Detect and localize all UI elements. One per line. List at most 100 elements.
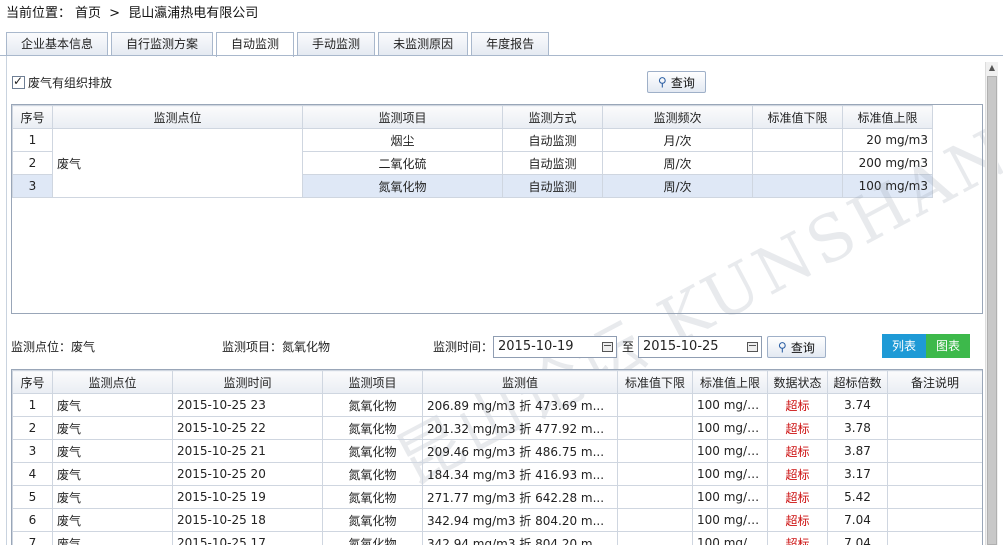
row-item: 氮氧化物: [302, 174, 503, 198]
row-upper-limit: 100 mg/m3: [692, 531, 768, 545]
date-from-value: 2015-10-19: [498, 339, 574, 354]
grid2-header-item[interactable]: 监测项目: [322, 370, 423, 394]
calendar-icon[interactable]: [747, 342, 758, 352]
row-item: 氮氧化物: [322, 439, 423, 463]
row-point: 废气: [52, 531, 173, 545]
row-status: 超标: [767, 462, 828, 486]
row-lower-limit: [617, 416, 693, 440]
monitoring-plan-table: 序号 监测点位 监测项目 监测方式 监测频次 标准值下限 标准值上限 1 废气 …: [12, 105, 933, 198]
row-upper-limit: 100 mg/m3: [692, 393, 768, 417]
grid1-header-item[interactable]: 监测项目: [302, 105, 503, 129]
row-value: 342.94 mg/m3 折 804.20 m...: [422, 531, 618, 545]
grid2-header-no[interactable]: 序号: [12, 370, 53, 394]
row-value: 209.46 mg/m3 折 486.75 m...: [422, 439, 618, 463]
row-item: 氮氧化物: [322, 462, 423, 486]
row-upper-limit: 100 mg/m3: [692, 462, 768, 486]
date-range-separator: 至: [622, 340, 635, 354]
row-times-over: 3.17: [827, 462, 888, 486]
scrollbar-thumb[interactable]: [987, 76, 997, 545]
grid1-header-upper-limit[interactable]: 标准值上限: [842, 105, 933, 129]
row-times-over: 3.78: [827, 416, 888, 440]
filter-item-value: 氮氧化物: [282, 340, 331, 354]
row-item: 氮氧化物: [322, 531, 423, 545]
row-note: [887, 439, 982, 463]
table-row[interactable]: 1 废气 烟尘 自动监测 月/次 20 mg/m3: [12, 128, 933, 198]
tab-bar: 企业基本信息 自行监测方案 自动监测 手动监测 未监测原因 年度报告: [6, 32, 552, 57]
grid1-header-lower-limit[interactable]: 标准值下限: [752, 105, 843, 129]
grid2-header-status[interactable]: 数据状态: [767, 370, 828, 394]
row-point: 废气: [52, 416, 173, 440]
row-value: 342.94 mg/m3 折 804.20 m...: [422, 508, 618, 532]
grid2-header-lower-limit[interactable]: 标准值下限: [617, 370, 693, 394]
row-lower-limit: [617, 439, 693, 463]
scroll-up-arrow-icon[interactable]: ▲: [987, 63, 997, 73]
row-item: 氮氧化物: [322, 508, 423, 532]
exhaust-checkbox[interactable]: [12, 74, 25, 89]
row-upper-limit: 100 mg/m3: [692, 508, 768, 532]
table-row[interactable]: 7 废气 2015-10-25 17 氮氧化物 342.94 mg/m3 折 804.2…: [12, 531, 982, 545]
tab-manual-monitoring[interactable]: 手动监测: [297, 32, 376, 56]
row-value: 184.34 mg/m3 折 416.93 m...: [422, 462, 618, 486]
row-times-over: 7.04: [827, 531, 888, 545]
row-time: 2015-10-25 23: [172, 393, 323, 417]
row-status: 超标: [767, 531, 828, 545]
table-row[interactable]: 3 废气 2015-10-25 21 氮氧化物 209.46 mg/m3 折 486.7…: [12, 439, 982, 463]
row-no: 2: [12, 151, 53, 175]
grid2-header-upper-limit[interactable]: 标准值上限: [692, 370, 768, 394]
grid1-header-frequency[interactable]: 监测频次: [602, 105, 753, 129]
grid2-header-value[interactable]: 监测值: [422, 370, 618, 394]
row-note: [887, 531, 982, 545]
grid2-header-times-over[interactable]: 超标倍数: [827, 370, 888, 394]
grid1-header-point[interactable]: 监测点位: [52, 105, 303, 129]
grid2-header-point[interactable]: 监测点位: [52, 370, 173, 394]
row-no: 6: [12, 508, 53, 532]
table-row[interactable]: 2 废气 2015-10-25 22 氮氧化物 201.32 mg/m3 折 477.9…: [12, 416, 982, 440]
query-button-label: 查询: [790, 340, 815, 355]
query-button-top[interactable]: ⚲ 查询: [647, 71, 706, 93]
grid1-header-no[interactable]: 序号: [12, 105, 53, 129]
tab-annual-report[interactable]: 年度报告: [471, 32, 550, 56]
date-to-input[interactable]: 2015-10-25: [638, 336, 762, 358]
table-row[interactable]: 4 废气 2015-10-25 20 氮氧化物 184.34 mg/m3 折 416.9…: [12, 462, 982, 486]
filter-point-label: 监测点位：: [11, 340, 72, 354]
row-no: 2: [12, 416, 53, 440]
tab-auto-monitoring[interactable]: 自动监测: [216, 32, 295, 57]
row-time: 2015-10-25 19: [172, 485, 323, 509]
row-point: 废气: [52, 485, 173, 509]
row-upper-limit: 100 mg/m3: [842, 174, 933, 198]
date-from-input[interactable]: 2015-10-19: [493, 336, 617, 358]
grid2-header-time[interactable]: 监测时间: [172, 370, 323, 394]
table-row[interactable]: 6 废气 2015-10-25 18 氮氧化物 342.94 mg/m3 折 804.2…: [12, 508, 982, 532]
row-time: 2015-10-25 21: [172, 439, 323, 463]
table-row[interactable]: 1 废气 2015-10-25 23 氮氧化物 206.89 mg/m3 折 473.6…: [12, 393, 982, 417]
row-times-over: 5.42: [827, 485, 888, 509]
row-lower-limit: [752, 151, 843, 175]
calendar-icon[interactable]: [602, 342, 613, 352]
row-point: 废气: [52, 508, 173, 532]
row-note: [887, 393, 982, 417]
exhaust-organized-emission-toggle[interactable]: 废气有组织排放: [12, 73, 112, 91]
filter-point-value: 废气: [71, 340, 96, 354]
tab-company-info[interactable]: 企业基本信息: [6, 32, 109, 56]
tab-not-monitored-reason[interactable]: 未监测原因: [378, 32, 469, 56]
filter-item-label: 监测项目：: [222, 340, 283, 354]
row-upper-limit: 200 mg/m3: [842, 151, 933, 175]
breadcrumb-prefix: 当前位置：: [6, 6, 72, 21]
grid2-header-note[interactable]: 备注说明: [887, 370, 982, 394]
row-times-over: 7.04: [827, 508, 888, 532]
grid1-header-row: 序号 监测点位 监测项目 监测方式 监测频次 标准值下限 标准值上限: [12, 105, 933, 129]
row-method: 自动监测: [502, 128, 603, 152]
breadcrumb: 当前位置： 首页 > 昆山瀛浦热电有限公司: [6, 4, 262, 24]
list-view-button[interactable]: 列表: [882, 334, 926, 358]
row-note: [887, 462, 982, 486]
row-point: 废气: [52, 462, 173, 486]
row-upper-limit: 100 mg/m3: [692, 439, 768, 463]
breadcrumb-home-link[interactable]: 首页: [75, 6, 101, 21]
chart-view-button[interactable]: 图表: [926, 334, 970, 358]
grid1-header-method[interactable]: 监测方式: [502, 105, 603, 129]
row-time: 2015-10-25 22: [172, 416, 323, 440]
table-row[interactable]: 5 废气 2015-10-25 19 氮氧化物 271.77 mg/m3 折 642.2…: [12, 485, 982, 509]
tab-self-monitoring-plan[interactable]: 自行监测方案: [111, 32, 214, 56]
row-times-over: 3.87: [827, 439, 888, 463]
query-button-bottom[interactable]: ⚲ 查询: [767, 336, 826, 358]
